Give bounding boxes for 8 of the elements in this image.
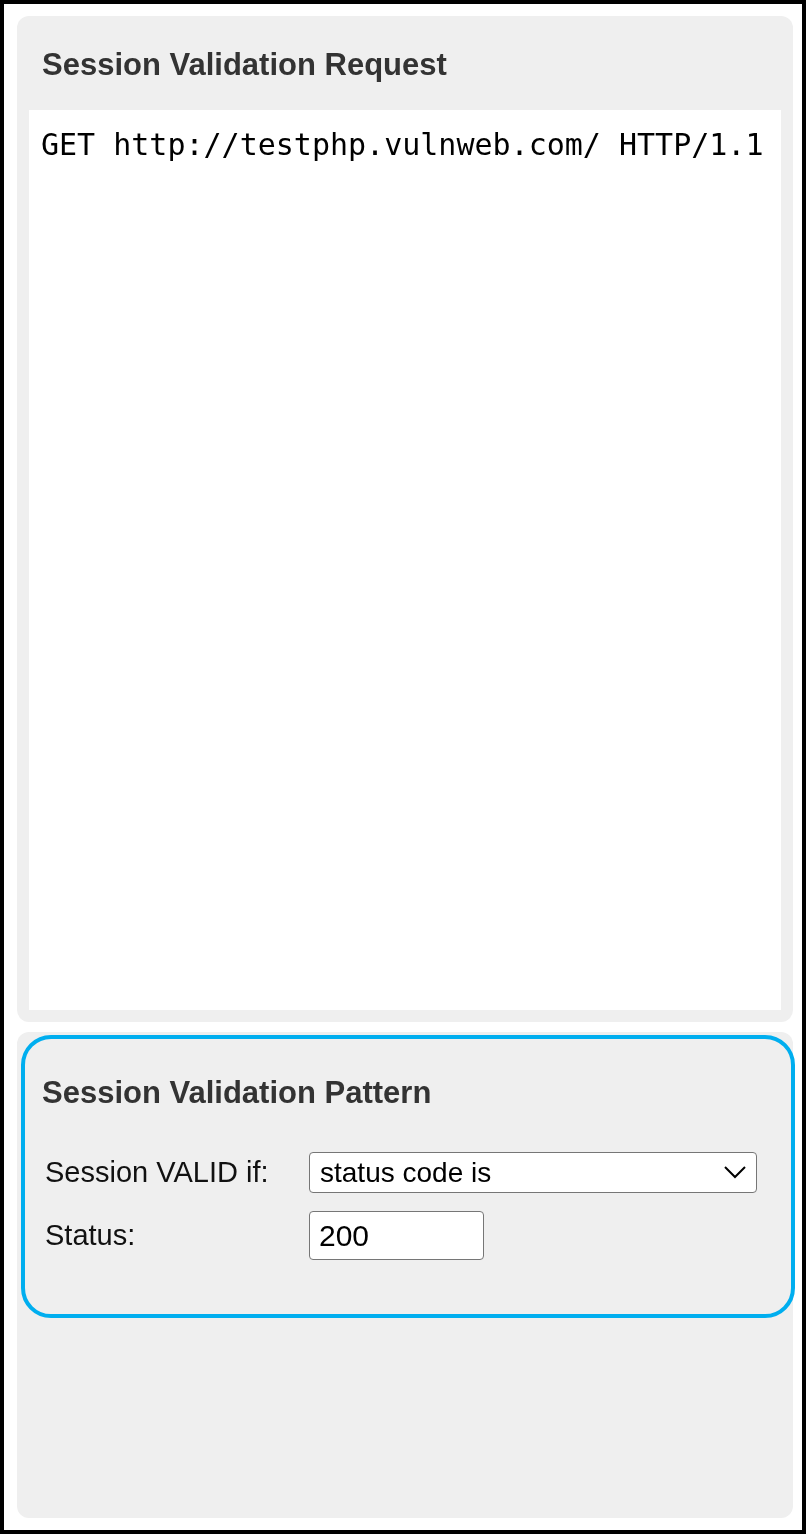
panel-title: Session Validation Request <box>42 46 448 84</box>
panel-title: Session Validation Pattern <box>42 1074 433 1112</box>
field-label: Session VALID if: <box>45 1158 270 1187</box>
status-input[interactable]: 200 <box>309 1211 484 1260</box>
chevron-down-icon <box>724 1166 746 1179</box>
condition-select[interactable]: status code is <box>309 1152 757 1193</box>
request-text-area[interactable]: GET http://testphp.vulnweb.com/ HTTP/1.1 <box>29 110 781 1010</box>
field-label: Status: <box>45 1221 137 1250</box>
